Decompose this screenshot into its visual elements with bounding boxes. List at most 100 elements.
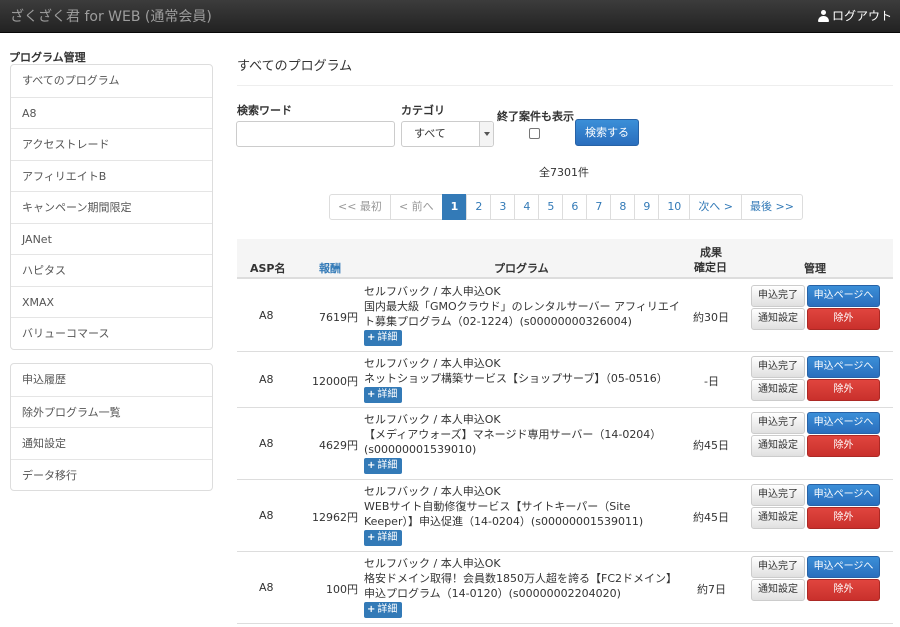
row-confirm-days: 約45日: [693, 511, 729, 524]
exclude-button[interactable]: 除外: [807, 379, 880, 401]
page-first[interactable]: << 最初: [329, 194, 391, 220]
exclude-button[interactable]: 除外: [807, 507, 880, 529]
notify-settings-button[interactable]: 通知設定: [751, 435, 805, 457]
detail-button[interactable]: + 詳細: [364, 530, 403, 546]
detail-label: 詳細: [377, 532, 398, 543]
page-2[interactable]: 2: [466, 194, 492, 220]
page-6[interactable]: 6: [562, 194, 588, 220]
page-4[interactable]: 4: [514, 194, 540, 220]
apply-page-button[interactable]: 申込ページへ: [807, 556, 880, 578]
page-9[interactable]: 9: [634, 194, 660, 220]
plus-icon: +: [367, 604, 376, 615]
detail-button[interactable]: + 詳細: [364, 602, 403, 618]
sidebar-item-janet[interactable]: JANet: [11, 222, 212, 255]
applied-button[interactable]: 申込完了: [751, 484, 805, 506]
keyword-label: 検索ワード: [237, 104, 292, 117]
plus-icon: +: [367, 389, 376, 400]
include-ended-label: 終了案件も表示: [497, 110, 574, 123]
page-prev[interactable]: < 前へ: [389, 194, 443, 220]
row-confirm-days: -日: [704, 375, 719, 388]
page-1[interactable]: 1: [441, 194, 468, 220]
detail-button[interactable]: + 詳細: [364, 458, 403, 474]
row-program-description: WEBサイト自動修復サービス【サイトキーパー（Site Keeper）】申込促進…: [364, 500, 644, 528]
search-button[interactable]: 検索する: [575, 119, 639, 146]
category-select[interactable]: すべて: [401, 121, 494, 147]
apply-page-button[interactable]: 申込ページへ: [807, 412, 880, 434]
detail-label: 詳細: [377, 389, 398, 400]
row-program-selfback: セルフバック / 本人申込OK: [364, 485, 501, 498]
row-reward: 100円: [326, 583, 358, 596]
sidebar-item-hapitas[interactable]: ハピタス: [11, 254, 212, 286]
detail-button[interactable]: + 詳細: [364, 330, 403, 346]
apply-page-button[interactable]: 申込ページへ: [807, 285, 880, 307]
table-row: A8 7619円 セルフバック / 本人申込OK 国内最大級「GMOクラウド」の…: [237, 280, 893, 352]
header-reward-sort[interactable]: 報酬: [319, 260, 341, 276]
logout-link[interactable]: ログアウト: [817, 7, 892, 24]
keyword-input[interactable]: [236, 121, 395, 147]
header-program: プログラム: [494, 262, 549, 275]
sidebar-item-a8[interactable]: A8: [11, 96, 212, 129]
detail-label: 詳細: [377, 604, 398, 615]
row-program-description: 国内最大級「GMOクラウド」のレンタルサーバー アフィリエイト募集プログラム（0…: [364, 300, 680, 328]
user-icon: [817, 9, 829, 22]
table-row: A8 100円 セルフバック / 本人申込OK 格安ドメイン取得！会員数1850…: [237, 552, 893, 624]
total-count: 全7301件: [539, 166, 589, 179]
page-5[interactable]: 5: [538, 194, 564, 220]
sidebar-heading: プログラム管理: [9, 51, 86, 64]
applied-button[interactable]: 申込完了: [751, 356, 805, 378]
sidebar-account-list: 申込履歴 除外プログラム一覧 通知設定 データ移行: [10, 363, 213, 491]
page-10[interactable]: 10: [658, 194, 691, 220]
exclude-button[interactable]: 除外: [807, 579, 880, 601]
notify-settings-button[interactable]: 通知設定: [751, 579, 805, 601]
page-title: すべてのプログラム: [237, 59, 353, 74]
page-last[interactable]: 最後 >>: [741, 194, 803, 220]
page-7[interactable]: 7: [586, 194, 612, 220]
row-program-description: 格安ドメイン取得！会員数1850万人超を誇る【FC2ドメイン】申込プログラム（1…: [364, 572, 677, 600]
row-reward: 7619円: [319, 311, 358, 324]
row-program: セルフバック / 本人申込OK WEBサイト自動修復サービス【サイトキーパー（S…: [364, 484, 682, 546]
sidebar-item-application-history[interactable]: 申込履歴: [11, 364, 212, 396]
sidebar-item-accesstrade[interactable]: アクセストレード: [11, 128, 212, 160]
include-ended-checkbox[interactable]: [529, 128, 540, 139]
table-header: ASP名 報酬 プログラム 成果 確定日 管理: [237, 239, 893, 279]
row-asp: A8: [259, 373, 274, 386]
sidebar-item-xmax[interactable]: XMAX: [11, 285, 212, 318]
row-program: セルフバック / 本人申込OK 【メディアウォーズ】マネージド専用サーバー（14…: [364, 412, 682, 474]
plus-icon: +: [367, 332, 376, 343]
row-asp: A8: [259, 581, 274, 594]
sidebar-item-notification-settings[interactable]: 通知設定: [11, 427, 212, 459]
detail-label: 詳細: [377, 460, 398, 471]
chevron-down-icon: [479, 122, 493, 146]
page-8[interactable]: 8: [610, 194, 636, 220]
applied-button[interactable]: 申込完了: [751, 556, 805, 578]
page-3[interactable]: 3: [490, 194, 516, 220]
row-reward: 12000円: [312, 375, 358, 388]
apply-page-button[interactable]: 申込ページへ: [807, 484, 880, 506]
applied-button[interactable]: 申込完了: [751, 285, 805, 307]
sidebar-item-valuecommerce[interactable]: バリューコマース: [11, 317, 212, 349]
sidebar-item-excluded-programs[interactable]: 除外プログラム一覧: [11, 395, 212, 428]
sidebar-item-affiliate-b[interactable]: アフィリエイトB: [11, 159, 212, 192]
notify-settings-button[interactable]: 通知設定: [751, 379, 805, 401]
row-program-selfback: セルフバック / 本人申込OK: [364, 557, 501, 570]
apply-page-button[interactable]: 申込ページへ: [807, 356, 880, 378]
page-next[interactable]: 次へ >: [689, 194, 743, 220]
exclude-button[interactable]: 除外: [807, 435, 880, 457]
table-row: A8 12000円 セルフバック / 本人申込OK ネットショップ構築サービス【…: [237, 352, 893, 408]
sidebar-item-all-programs[interactable]: すべてのプログラム: [11, 65, 212, 97]
header-confirm-line1: 成果: [700, 246, 722, 259]
row-confirm-days: 約30日: [693, 311, 729, 324]
applied-button[interactable]: 申込完了: [751, 412, 805, 434]
top-navbar: ざくざく君 for WEB (通常会員) ログアウト: [0, 0, 900, 33]
row-program-description: ネットショップ構築サービス【ショップサーブ】（05-0516）: [364, 372, 668, 385]
sidebar-item-campaign-limited[interactable]: キャンペーン期間限定: [11, 191, 212, 223]
table-row: A8 4629円 セルフバック / 本人申込OK 【メディアウォーズ】マネージド…: [237, 408, 893, 480]
notify-settings-button[interactable]: 通知設定: [751, 308, 805, 330]
detail-button[interactable]: + 詳細: [364, 387, 403, 403]
app-brand[interactable]: ざくざく君 for WEB (通常会員): [10, 6, 212, 26]
exclude-button[interactable]: 除外: [807, 308, 880, 330]
notify-settings-button[interactable]: 通知設定: [751, 507, 805, 529]
plus-icon: +: [367, 460, 376, 471]
sidebar-item-data-migration[interactable]: データ移行: [11, 458, 212, 491]
row-asp: A8: [259, 309, 274, 322]
